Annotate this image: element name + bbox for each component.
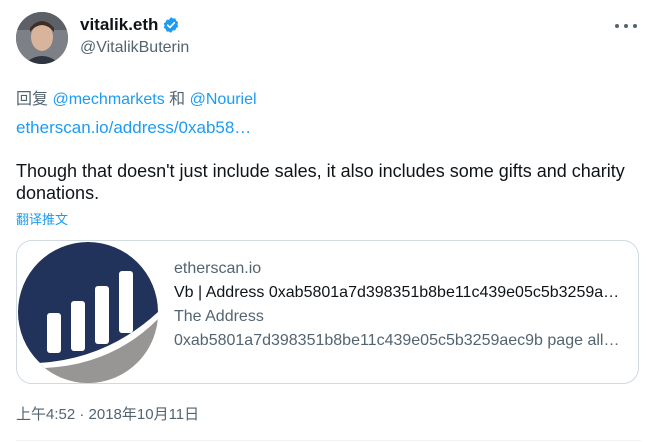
tweet-link[interactable]: etherscan.io/address/0xab58… [16, 118, 251, 138]
tweet-timestamp[interactable]: 上午4:52 · 2018年10月11日 [16, 403, 199, 424]
card-description-line-2: 0xab5801a7d398351b8be11c439e05c5b3259aec… [174, 332, 624, 349]
card-text: etherscan.io Vb | Address 0xab5801a7d398… [160, 241, 638, 383]
card-title: Vb | Address 0xab5801a7d398351b8be11c439… [174, 284, 624, 301]
dot [633, 24, 637, 28]
avatar[interactable] [16, 12, 68, 64]
card-description-line-1: The Address [174, 308, 264, 325]
etherscan-logo [17, 241, 160, 383]
handle[interactable]: @VitalikButerin [80, 39, 189, 57]
translate-tweet-link[interactable]: 翻译推文 [16, 209, 68, 228]
reply-joiner: 和 [164, 91, 190, 108]
mention-nouriel[interactable]: @Nouriel [190, 91, 257, 108]
display-name[interactable]: vitalik.eth [80, 15, 158, 35]
more-options-icon[interactable] [615, 18, 637, 34]
reply-prefix: 回复 [16, 91, 53, 108]
card-domain: etherscan.io [174, 260, 262, 277]
verified-badge-icon[interactable] [162, 16, 180, 34]
divider [16, 440, 641, 441]
dot [624, 24, 628, 28]
card-image [17, 241, 160, 383]
avatar-image [16, 12, 68, 64]
link-preview-card[interactable]: etherscan.io Vb | Address 0xab5801a7d398… [16, 240, 639, 384]
tweet-text: Though that doesn't just include sales, … [16, 161, 625, 203]
dot [615, 24, 619, 28]
replying-to: 回复 @mechmarkets 和 @Nouriel [16, 85, 257, 109]
tweet-author: vitalik.eth @VitalikButerin [80, 14, 189, 57]
mention-mechmarkets[interactable]: @mechmarkets [52, 91, 164, 108]
